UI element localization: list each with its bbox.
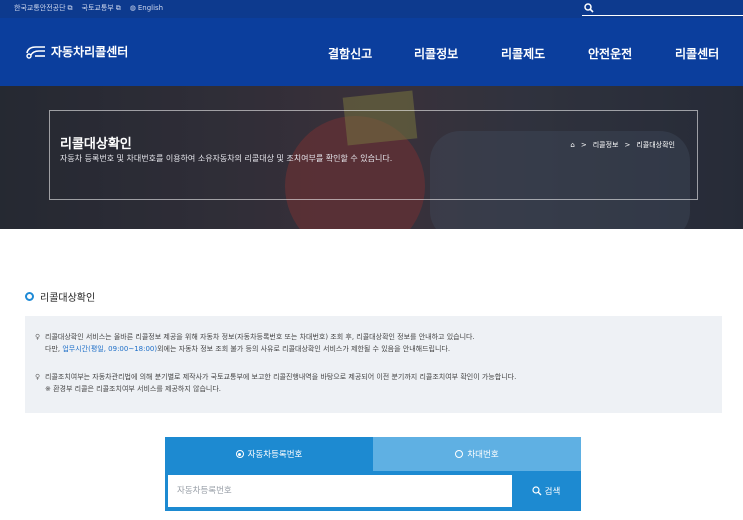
menu-safe-driving[interactable]: 안전운전 <box>588 45 632 62</box>
hero-title-box: 리콜대상확인 자동차 등록번호 및 차대번호를 이용하여 소유자동차의 리콜대상… <box>49 110 698 200</box>
logo[interactable]: 자동차리콜센터 <box>25 43 128 60</box>
lookup-form: 검색 <box>165 471 581 511</box>
bullet-icon <box>25 292 34 301</box>
home-icon[interactable]: ⌂ <box>570 141 574 149</box>
link-molit-label: 국토교통부 <box>81 4 114 12</box>
page-title: 리콜대상확인 <box>60 137 132 152</box>
notice-text: 리콜대상확인 서비스는 올바른 리콜정보 제공을 위해 자동차 정보(자동차등록… <box>45 333 475 341</box>
site-search <box>582 2 743 16</box>
link-molit[interactable]: 국토교통부 ⧉ <box>82 3 121 13</box>
notice-text: 다만, <box>45 345 63 353</box>
external-link-icon: ⧉ <box>115 3 121 12</box>
utility-links: 한국교통안전공단 ⧉ 국토교통부 ⧉ ◍ English <box>14 3 163 13</box>
section-title: 리콜대상확인 <box>25 289 95 304</box>
hero-banner: 리콜대상확인 자동차 등록번호 및 차대번호를 이용하여 소유자동차의 리콜대상… <box>0 86 743 229</box>
search-button-label: 검색 <box>544 487 561 497</box>
lightbulb-icon: ♀ <box>35 333 41 341</box>
search-icon[interactable] <box>584 3 594 13</box>
tab-label: 자동차등록번호 <box>247 450 303 460</box>
menu-recall-info[interactable]: 리콜정보 <box>414 45 458 62</box>
search-icon <box>532 486 542 496</box>
section-title-text: 리콜대상확인 <box>40 293 96 304</box>
notice-line: ♀ 리콜조치여부는 자동차관리법에 의해 분기별로 제작사가 국토교통부에 보고한… <box>35 371 516 383</box>
external-link-icon: ⧉ <box>67 3 73 12</box>
notice-text: 리콜조치여부는 자동차관리법에 의해 분기별로 제작사가 국토교통부에 보고한 … <box>45 373 517 381</box>
link-kotsa-label: 한국교통안전공단 <box>14 4 66 12</box>
page-subtitle: 자동차 등록번호 및 차대번호를 이용하여 소유자동차의 리콜대상 및 조치여부… <box>60 154 393 163</box>
logo-car-icon <box>26 45 45 59</box>
menu-defect-report[interactable]: 결함신고 <box>328 45 372 62</box>
breadcrumb-item-current: 리콜대상확인 <box>636 141 675 149</box>
menu-recall-center[interactable]: 리콜센터 <box>675 45 719 62</box>
link-kotsa[interactable]: 한국교통안전공단 ⧉ <box>14 3 73 13</box>
tab-label: 차대번호 <box>467 450 499 460</box>
link-english-label: English <box>137 4 164 12</box>
notice-box: ♀ 리콜대상확인 서비스는 올바른 리콜정보 제공을 위해 자동차 정보(자동차등… <box>25 316 722 413</box>
logo-text: 자동차리콜센터 <box>51 45 129 59</box>
breadcrumb: ⌂ > 리콜정보 > 리콜대상확인 <box>570 140 675 150</box>
notice-text: 외에는 자동차 정보 조회 불가 등의 사유로 리콜대상확인 서비스가 제한될 … <box>157 345 451 353</box>
notice-warning: ※ 환경부 리콜은 리콜조치여부 서비스를 제공하지 않습니다. <box>45 385 222 393</box>
notice-line: 다만, 업무시간(평일, 09:00~18:00)외에는 자동차 정보 조회 불… <box>45 343 450 355</box>
search-button[interactable]: 검색 <box>515 475 577 507</box>
main-nav: 자동차리콜센터 결함신고 리콜정보 리콜제도 안전운전 리콜센터 <box>0 18 743 86</box>
registration-number-input[interactable] <box>168 475 512 507</box>
lookup-type-tabs: 자동차등록번호 차대번호 <box>165 437 581 471</box>
notice-line: ♀ 리콜대상확인 서비스는 올바른 리콜정보 제공을 위해 자동차 정보(자동차등… <box>35 331 475 343</box>
breadcrumb-item[interactable]: 리콜정보 <box>593 140 619 150</box>
top-utility-bar: 한국교통안전공단 ⧉ 국토교통부 ⧉ ◍ English <box>0 0 743 18</box>
lightbulb-icon: ♀ <box>35 373 41 381</box>
breadcrumb-separator: > <box>580 141 587 149</box>
tab-registration-number[interactable]: 자동차등록번호 <box>165 437 373 471</box>
breadcrumb-separator: > <box>624 141 631 149</box>
site-search-input[interactable] <box>598 2 738 14</box>
globe-icon: ◍ <box>129 4 136 12</box>
menu-recall-system[interactable]: 리콜제도 <box>501 45 545 62</box>
radio-selected-icon <box>235 450 244 458</box>
tab-vin[interactable]: 차대번호 <box>373 437 581 471</box>
radio-unselected-icon <box>455 450 464 458</box>
business-hours-text: 업무시간(평일, 09:00~18:00) <box>62 345 158 353</box>
link-english[interactable]: ◍ English <box>130 3 163 13</box>
